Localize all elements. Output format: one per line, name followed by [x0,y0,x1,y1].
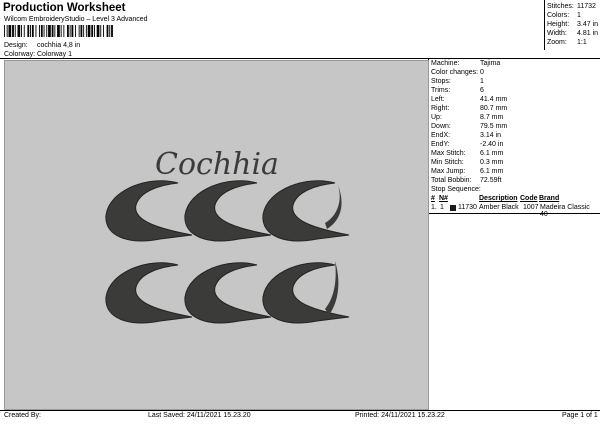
stat-row: Up: 8.7 mm [431,114,600,123]
stat-row: Down: 79.5 mm [431,123,600,132]
thread-code: 1007 [523,204,539,211]
stat-row: Max Jump: 6.1 mm [431,168,600,177]
stat-label: Max Stitch: [431,150,466,157]
thread-color-swatch [450,205,456,211]
design-preview[interactable]: Cochhia [4,60,429,410]
divider [544,0,545,50]
stat-label: Machine: [431,60,460,67]
column-header: N# [439,195,448,202]
summary-value: 1 [577,12,581,19]
stat-row: Stops: 1 [431,78,600,87]
wave-curl [184,262,272,324]
summary-row: Colors: 1 [547,12,600,21]
stat-label: Max Jump: [431,168,466,175]
stat-value: -2.40 in [480,141,504,148]
table-row: 1. 1 11730 Amber Black 1007 Madeira Clas… [431,204,599,218]
page-title: Production Worksheet [3,2,126,14]
stat-label: Down: [431,123,451,130]
stat-value: 6.1 mm [480,168,504,175]
stat-value: 72.59ft [480,177,502,184]
stat-label: Trims: [431,87,451,94]
stat-value: 80.7 mm [480,105,508,112]
created-by: Created By: [4,412,41,419]
barcode [4,25,113,37]
stat-row: EndY: -2.40 in [431,141,600,150]
stat-row: Min Stitch: 0.3 mm [431,159,600,168]
stat-label: Left: [431,96,445,103]
column-header: # [431,195,435,202]
stat-row: Machine: Tajima [431,60,600,69]
stat-value: 79.5 mm [480,123,508,130]
summary-label: Stitches: [547,3,574,10]
stat-value: 6 [480,87,484,94]
colorway-label: Colorway: [4,51,36,58]
summary-row: Stitches: 11732 [547,3,600,12]
stat-value: Tajima [480,60,501,67]
software-name: Wilcom EmbroideryStudio – Level 3 Advanc… [4,16,148,23]
column-header: Code [520,195,538,202]
needle-number: 1 [440,204,444,211]
summary-row: Zoom: 1:1 [547,39,600,48]
stitch-count: 11730 [458,204,477,211]
stat-row: Left: 41.4 mm [431,96,600,105]
stat-label: Total Bobbin: [431,177,472,184]
stat-row: Trims: 6 [431,87,600,96]
summary-value: 3.47 in [577,21,599,28]
page-number: Page 1 of 1 [562,412,598,419]
stat-value: 41.4 mm [480,96,508,103]
wave-motif [105,180,350,324]
thread-description: Amber Black [479,204,519,211]
footer: Created By: Last Saved: 24/11/2021 15.23… [0,412,600,422]
summary-value: 11732 [577,3,596,10]
stat-value: 8.7 mm [480,114,504,121]
design-label: Design: [4,42,28,49]
design-value: cochhia 4,8 in [37,42,81,49]
wave-curl [184,180,272,242]
stat-value: 1 [480,78,484,85]
column-header: Description [479,195,518,202]
stat-label: Min Stitch: [431,159,464,166]
stat-value: 0 [480,69,484,76]
stat-label: Color changes: [431,69,479,76]
summary-value: 4.81 in [577,30,599,37]
summary-row: Height: 3.47 in [547,21,600,30]
stat-value: 6.1 mm [480,150,504,157]
stats-panel: Machine: Tajima Color changes: 0 Stops: 1 T… [431,60,600,218]
wave-curl [105,262,193,324]
stat-row: Total Bobbin: 72.59ft [431,177,600,186]
last-saved: Last Saved: 24/11/2021 15.23.20 [148,412,251,419]
design-lettering: Cochhia [155,147,279,182]
stat-label: Stops: [431,78,451,85]
summary-label: Zoom: [547,39,567,46]
stop-sequence-header: # N# Description Code Brand [431,195,599,204]
stat-label: Up: [431,114,442,121]
printed-date: Printed: 24/11/2021 15.23.22 [355,412,445,419]
stop-sequence-title: Stop Sequence: [431,186,481,193]
divider [0,58,600,59]
wave-tail [325,183,342,229]
colorway-value: Colorway 1 [37,51,73,58]
stat-label: EndY: [431,141,450,148]
wave-tail [325,261,339,315]
stat-value: 0.3 mm [480,159,504,166]
stat-row: EndX: 3.14 in [431,132,600,141]
stop-number: 1. [431,204,437,211]
stat-label: EndX: [431,132,451,139]
stat-row: Max Stitch: 6.1 mm [431,150,600,159]
summary-row: Width: 4.81 in [547,30,600,39]
stat-value: 3.14 in [480,132,502,139]
summary-box: Stitches: 11732 Colors: 1 Height: 3.47 i… [544,0,600,50]
embroidery-design: Cochhia [105,147,350,324]
stat-row: Right: 80.7 mm [431,105,600,114]
wave-curl [105,180,193,242]
stat-row: Color changes: 0 [431,69,600,78]
summary-label: Width: [547,30,567,37]
stat-label: Right: [431,105,450,112]
summary-value: 1:1 [577,39,587,46]
column-header: Brand [539,195,560,202]
summary-label: Height: [547,21,570,28]
summary-label: Colors: [547,12,570,19]
wave-curl [262,180,350,242]
thread-brand: Madeira Classic 40 [540,204,590,218]
